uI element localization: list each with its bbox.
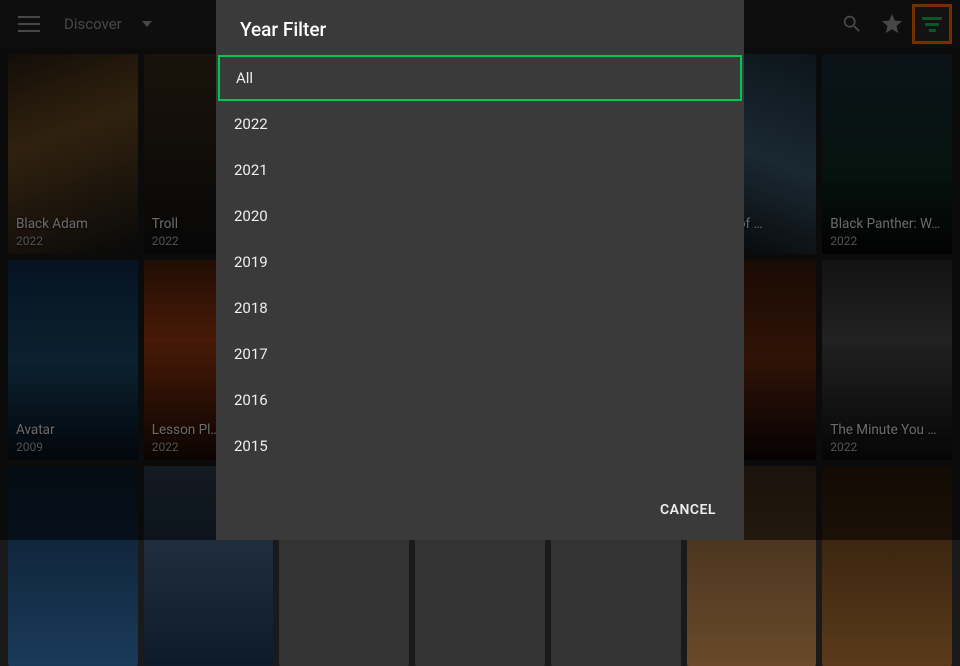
dialog-title: Year Filter xyxy=(216,0,744,55)
year-option[interactable]: 2016 xyxy=(216,377,744,423)
year-option[interactable]: 2015 xyxy=(216,423,744,469)
year-option[interactable]: All xyxy=(218,55,742,101)
dialog-actions: CANCEL xyxy=(216,484,744,540)
year-filter-dialog: Year Filter All2022202120202019201820172… xyxy=(216,0,744,540)
year-option-list: All20222021202020192018201720162015 xyxy=(216,55,744,484)
year-option[interactable]: 2018 xyxy=(216,285,744,331)
year-option[interactable]: 2020 xyxy=(216,193,744,239)
year-option[interactable]: 2019 xyxy=(216,239,744,285)
year-option[interactable]: 2017 xyxy=(216,331,744,377)
year-option[interactable]: 2021 xyxy=(216,147,744,193)
cancel-button[interactable]: CANCEL xyxy=(648,494,728,526)
year-option[interactable]: 2022 xyxy=(216,101,744,147)
